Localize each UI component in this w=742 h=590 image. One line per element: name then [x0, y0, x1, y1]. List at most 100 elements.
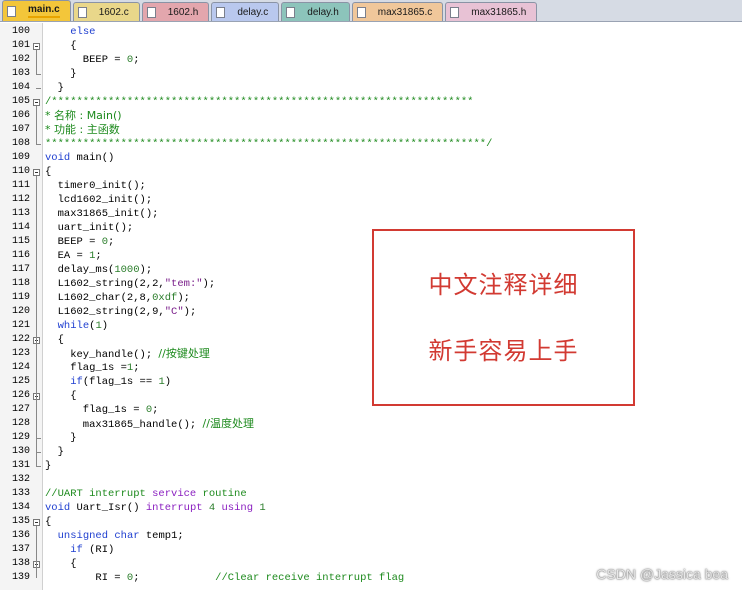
line-number: 127 [11, 404, 30, 415]
line-number: 114 [11, 222, 30, 233]
line-number: 123 [11, 348, 30, 359]
tab-1602-h[interactable]: 1602.h [141, 2, 210, 21]
line-number: 133 [11, 488, 30, 499]
line-number: 111 [11, 180, 30, 191]
tab-main-c[interactable]: main.c [2, 0, 71, 21]
code-token: void [45, 502, 71, 514]
code-token: { [45, 558, 77, 570]
fold-guide [36, 568, 37, 578]
code-token: while [57, 320, 90, 332]
file-icon [286, 6, 296, 18]
code-token: 1 [259, 502, 266, 514]
line-number: 117 [11, 264, 30, 275]
code-line: delay_ms(1000); [45, 263, 153, 277]
code-line: L1602_string(2,9,"C"); [45, 305, 197, 319]
code-token: } [45, 432, 77, 444]
file-icon [77, 6, 87, 18]
fold-guide [36, 50, 37, 74]
line-number: 112 [11, 194, 30, 205]
code-token: if [70, 376, 83, 388]
line-number: 119 [11, 292, 30, 303]
line-number: 120 [11, 306, 30, 317]
code-line: BEEP = 0; [45, 53, 140, 67]
code-line: void main() [45, 151, 114, 165]
code-token: ) [101, 320, 109, 332]
line-number: 132 [11, 474, 30, 485]
line-number: 134 [11, 502, 30, 513]
code-token: BEEP = [45, 54, 127, 66]
fold-end-marker [36, 466, 41, 467]
fold-toggle-icon[interactable] [33, 169, 40, 176]
code-token: max31865_init(); [45, 208, 159, 220]
code-line: ****************************************… [45, 137, 492, 151]
code-token: temp1; [139, 530, 184, 542]
code-token: if [70, 544, 83, 556]
code-token: main() [70, 152, 115, 164]
code-token: ); [139, 264, 153, 276]
code-token: lcd1602_init(); [45, 194, 153, 206]
line-number: 122 [11, 334, 30, 345]
code-token: flag_1s = [45, 404, 146, 416]
code-line: timer0_init(); [45, 179, 146, 193]
code-line: } [45, 431, 77, 445]
code-token: uart_init(); [45, 222, 134, 234]
tab-1602-c[interactable]: 1602.c [72, 2, 140, 21]
line-number: 105 [11, 96, 30, 107]
code-token: char [114, 530, 140, 542]
tab-delay-c[interactable]: delay.c [211, 2, 280, 21]
file-tab-bar: main.c 1602.c 1602.h delay.c delay.h max31865… [0, 0, 742, 22]
code-token: using [221, 502, 254, 514]
line-number: 125 [11, 376, 30, 387]
code-line: unsigned char temp1; [45, 529, 184, 543]
code-token: ; [133, 54, 140, 66]
code-line: lcd1602_init(); [45, 193, 153, 207]
code-token: } [45, 68, 77, 80]
tab-label: max31865.h [471, 6, 527, 18]
code-line: L1602_string(2,2,"tem:"); [45, 277, 216, 291]
tab-label: main.c [28, 4, 60, 18]
file-icon [146, 6, 156, 18]
code-token: ); [183, 306, 197, 318]
line-number: 135 [11, 516, 30, 527]
code-token: { [45, 166, 52, 178]
file-icon [356, 6, 366, 18]
tab-label: 1602.h [167, 6, 199, 18]
code-token: //Clear receive interrupt flag [215, 572, 405, 584]
file-icon [7, 5, 16, 17]
code-token: { [45, 516, 52, 528]
line-number: 107 [11, 124, 30, 135]
tab-max31865-c[interactable]: max31865.c [351, 2, 444, 21]
code-line: { [45, 39, 77, 53]
fold-toggle-icon[interactable] [33, 519, 40, 526]
fold-end-marker [36, 88, 41, 89]
tab-delay-h[interactable]: delay.h [281, 2, 350, 21]
fold-end-marker [36, 452, 41, 453]
code-token: ; [133, 572, 216, 584]
fold-toggle-icon[interactable] [33, 43, 40, 50]
tab-max31865-h[interactable]: max31865.h [445, 2, 538, 21]
code-line: flag_1s = 0; [45, 403, 159, 417]
line-number: 115 [11, 236, 30, 247]
line-number: 139 [11, 572, 30, 583]
code-line: { [45, 557, 77, 571]
fold-toggle-icon[interactable] [33, 99, 40, 106]
line-number: 101 [11, 40, 30, 51]
tab-label: delay.h [307, 6, 339, 18]
watermark: CSDN @Jassica bea [596, 566, 728, 582]
line-number: 131 [11, 460, 30, 471]
line-number: 136 [11, 530, 30, 541]
code-token: 0xdf [152, 292, 178, 304]
code-token: ); [177, 292, 190, 304]
code-line: { [45, 515, 51, 529]
code-token: } [45, 460, 52, 472]
code-token: max31865_handle(); [45, 419, 203, 431]
line-number: 128 [11, 418, 30, 429]
code-line: } [45, 445, 64, 459]
code-line: void Uart_Isr() interrupt 4 using 1 [45, 501, 266, 515]
file-icon [450, 6, 460, 18]
fold-end-marker [36, 438, 41, 439]
code-token: { [45, 40, 77, 52]
code-line: flag_1s =1; [45, 361, 139, 375]
